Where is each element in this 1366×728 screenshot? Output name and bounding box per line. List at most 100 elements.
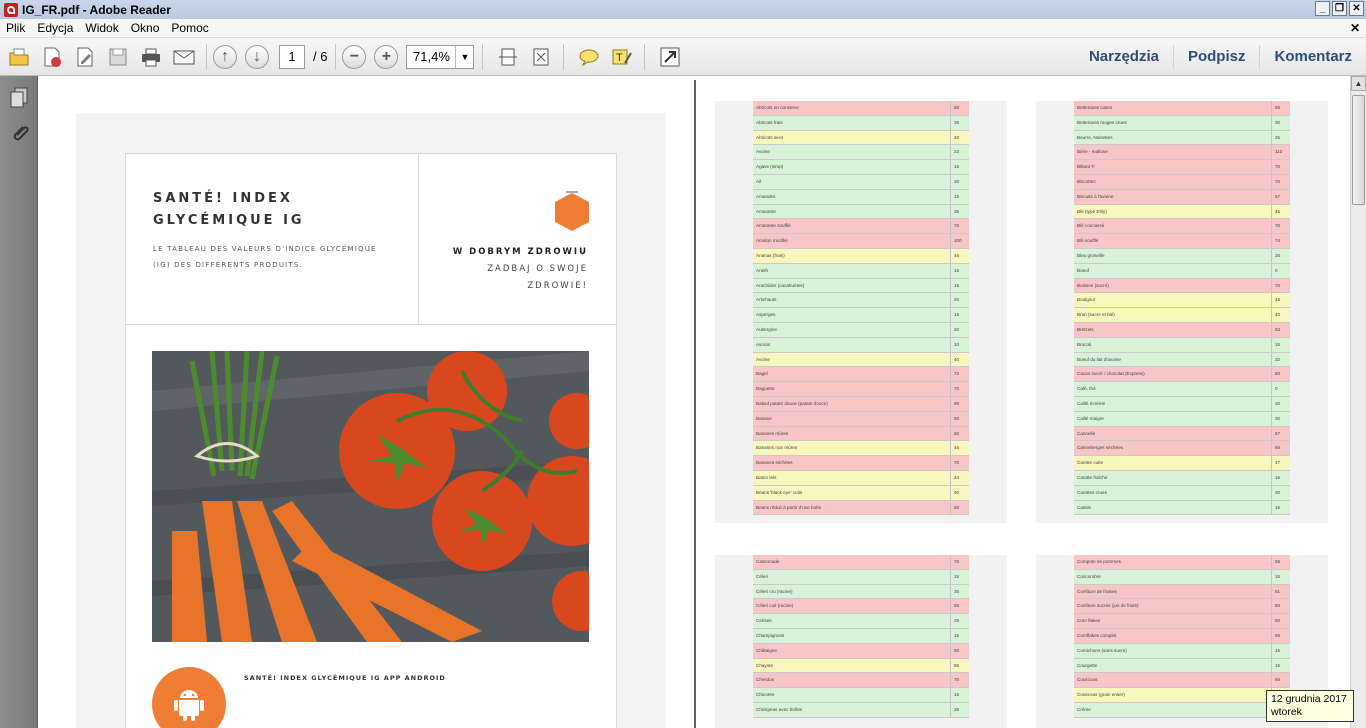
gi-value: 20 xyxy=(954,297,960,303)
save-button[interactable] xyxy=(104,43,132,71)
table-row: Ail 30 xyxy=(753,174,969,190)
food-name: Beans réduit à partir d'une boîte xyxy=(753,500,951,515)
comment-button[interactable] xyxy=(575,43,603,71)
menu-okno[interactable]: Okno xyxy=(125,21,166,35)
gi-value: 40 xyxy=(1275,312,1281,318)
page-number-input[interactable]: 1 xyxy=(279,44,305,69)
date-tooltip: 12 grudnia 2017 wtorek xyxy=(1266,690,1354,722)
table-row: Chicorée 15 xyxy=(753,688,969,703)
close-document-button[interactable]: ✕ xyxy=(1350,21,1360,35)
fit-width-button[interactable] xyxy=(494,43,522,71)
table-row: Chesdus 70 xyxy=(753,673,969,689)
food-name: Concombre xyxy=(1074,569,1272,584)
food-name: Aubergine xyxy=(753,322,951,337)
gi-value: 83 xyxy=(1275,326,1281,332)
vertical-scrollbar[interactable]: ▲ xyxy=(1350,76,1366,728)
food-name: Amidon modifié xyxy=(753,234,951,248)
table-row: Blé concassé 70 xyxy=(1074,219,1290,235)
food-name: Compote de pommes xyxy=(1074,555,1272,569)
fit-page-button[interactable] xyxy=(527,43,555,71)
edit-pdf-button[interactable] xyxy=(71,43,99,71)
table-row: Cacao sucré / chocolat (Express) 60 xyxy=(1074,367,1290,383)
gi-value: 38 xyxy=(954,706,960,712)
food-name: Caillé maigre xyxy=(1074,411,1272,426)
food-name: Carotte fraîche xyxy=(1074,470,1272,485)
food-name: Cannelle xyxy=(1074,426,1272,441)
table-row: Biltard ® 70 xyxy=(1074,160,1290,175)
table-row: Amarante 35 xyxy=(753,204,969,220)
gi-value: 45 xyxy=(954,252,960,258)
gi-value: 25 xyxy=(1275,134,1281,140)
gi-value: 45 xyxy=(1275,208,1281,214)
table-row: Couscous (grain entier)50 xyxy=(1074,688,1290,703)
tooltip-weekday: wtorek xyxy=(1271,706,1302,718)
email-button[interactable] xyxy=(170,43,198,71)
food-name: Bananes séchées xyxy=(753,456,951,470)
chevron-down-icon[interactable]: ▼ xyxy=(455,45,473,68)
menu-plik[interactable]: Plik xyxy=(0,21,31,35)
tools-pane-link[interactable]: Narzędzia xyxy=(1075,45,1173,69)
menu-pomoc[interactable]: Pomoc xyxy=(165,21,214,35)
table-row: Bananes non mûres 45 xyxy=(753,441,969,457)
gi-value: 85 xyxy=(954,603,960,609)
print-button[interactable] xyxy=(137,43,165,71)
pdf-page-3-left: Cassonade 70 Céleri 15 Céleri cru (racine) 35… xyxy=(715,555,1007,728)
gi-value: 22 xyxy=(954,149,960,155)
table-row: Châtaigne 60 xyxy=(753,643,969,659)
next-page-button[interactable]: ↓ xyxy=(245,44,269,69)
gi-value: 25 xyxy=(1275,252,1281,258)
table-row: Cassonade 70 xyxy=(753,555,969,570)
close-button[interactable]: ✕ xyxy=(1349,1,1364,16)
gi-value: 70 xyxy=(1275,164,1281,170)
table-row: Baked patate douce (patate douce) 90 xyxy=(753,396,969,412)
open-file-button[interactable] xyxy=(5,43,33,71)
food-name: Cornichons (sans sucre) xyxy=(1074,643,1272,658)
attachments-button[interactable] xyxy=(6,120,32,146)
create-pdf-button[interactable] xyxy=(38,43,66,71)
highlight-text-button[interactable]: T xyxy=(608,43,636,71)
table-row: Baguette 70 xyxy=(753,382,969,397)
table-row: Artichauts 20 xyxy=(753,293,969,309)
android-icon xyxy=(174,690,204,721)
zoom-in-button[interactable]: + xyxy=(374,44,399,69)
toolbar-separator xyxy=(644,43,646,70)
scrollbar-thumb[interactable] xyxy=(1352,95,1365,205)
food-name: Brocoli xyxy=(1074,337,1272,352)
android-logo[interactable] xyxy=(152,667,226,728)
gi-value: 60 xyxy=(954,647,960,653)
toolbar-separator xyxy=(482,43,484,70)
zoom-out-button[interactable]: − xyxy=(342,44,367,69)
previous-page-button[interactable]: ↑ xyxy=(213,44,237,69)
gi-value: 35 xyxy=(954,588,960,594)
food-name: Céleri cuit (racine) xyxy=(753,599,951,614)
gi-value: 15 xyxy=(954,267,960,273)
minimize-button[interactable]: _ xyxy=(1315,1,1330,16)
gi-value: 15 xyxy=(954,193,960,199)
gi-value: 55 xyxy=(1275,559,1281,564)
gi-value: 15 xyxy=(954,632,960,638)
zoom-select[interactable]: 71,4% ▼ xyxy=(406,44,475,69)
food-name: Blé (type Ebly) xyxy=(1074,204,1272,219)
food-name: Biscottes xyxy=(1074,174,1272,189)
scroll-up-arrow-icon[interactable]: ▲ xyxy=(1351,76,1366,91)
zoom-value: 71,4% xyxy=(413,49,450,64)
menu-widok[interactable]: Widok xyxy=(79,21,124,35)
restore-button[interactable]: ❐ xyxy=(1332,1,1347,16)
plus-icon: + xyxy=(381,47,392,65)
table-row: Banane 60 xyxy=(753,411,969,427)
gi-value: 15 xyxy=(1275,341,1281,347)
table-row: Biscuits à l'avoine 57 xyxy=(1074,189,1290,205)
gi-value: 57 xyxy=(1275,193,1281,199)
gi-value: 70 xyxy=(1275,282,1281,288)
food-name: Abricots en conserve xyxy=(753,101,951,115)
page-thumbnails-button[interactable] xyxy=(6,84,32,110)
fit-page-width-icon xyxy=(499,48,518,65)
gi-value: 15 xyxy=(1275,504,1281,510)
full-screen-button[interactable] xyxy=(656,43,684,71)
menu-edycja[interactable]: Edycja xyxy=(31,21,79,35)
comment-pane-link[interactable]: Komentarz xyxy=(1259,45,1366,69)
sign-pane-link[interactable]: Podpisz xyxy=(1172,45,1260,69)
document-view[interactable]: SANTÉ! INDEX GLYCÉMIQUE IG LE TABLEAU DE… xyxy=(38,76,1350,728)
gi-table: Cassonade 70 Céleri 15 Céleri cru (racine) 35… xyxy=(753,555,969,718)
food-name: Crème xyxy=(1074,702,1272,717)
